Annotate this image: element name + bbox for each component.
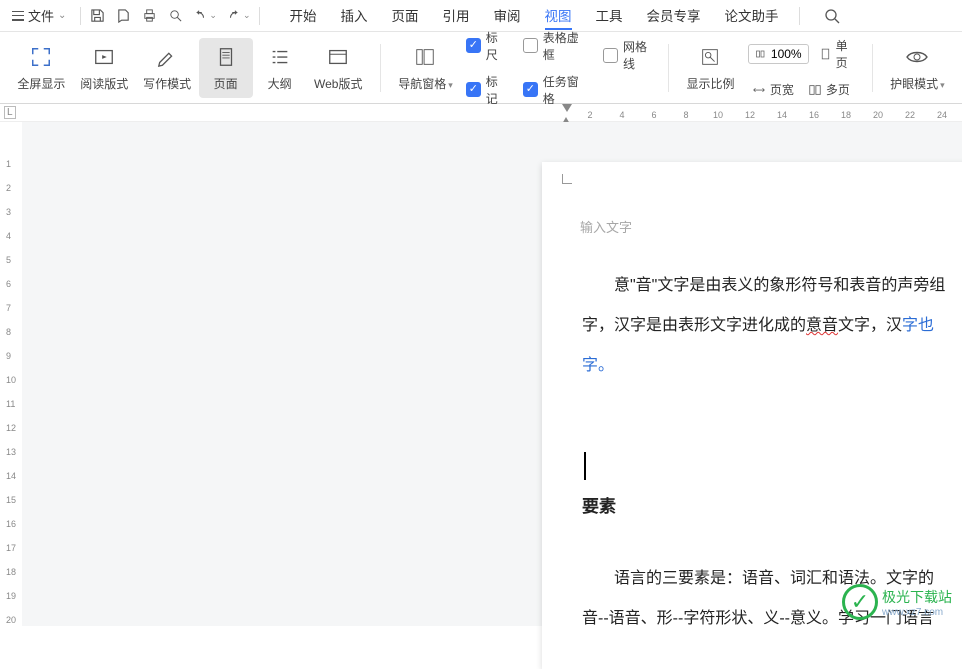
checkbox-icon xyxy=(466,38,481,53)
watermark-badge-icon: ✓ xyxy=(842,584,878,620)
divider xyxy=(80,7,81,25)
paragraph[interactable]: 意"音"文字是由表义的象形符号和表音的声旁组 xyxy=(582,266,962,306)
print-preview-icon[interactable] xyxy=(167,8,183,24)
page-width-button[interactable]: 页宽 xyxy=(748,79,798,100)
taskpane-checkbox[interactable]: 任务窗格 xyxy=(523,73,589,107)
vertical-ruler[interactable]: 1234567891011121314151617181920 xyxy=(2,150,20,626)
nav-pane-button[interactable]: 导航窗格▾ xyxy=(391,38,460,98)
tab-tools[interactable]: 工具 xyxy=(584,0,635,31)
multi-page-button[interactable]: 多页 xyxy=(804,79,854,100)
file-menu[interactable]: 文件 ⌄ xyxy=(6,4,72,27)
page-view-button[interactable]: 页面 xyxy=(199,38,253,98)
checkbox-icon xyxy=(523,38,538,53)
tab-review[interactable]: 审阅 xyxy=(482,0,533,31)
tab-start[interactable]: 开始 xyxy=(278,0,329,31)
read-mode-button[interactable]: 阅读版式 xyxy=(73,38,136,98)
marks-checkbox[interactable]: 标记 xyxy=(466,73,509,107)
spell-error[interactable]: 意音 xyxy=(806,317,838,334)
hamburger-icon xyxy=(12,11,24,21)
show-ratio-button[interactable]: 显示比例 xyxy=(679,38,742,98)
save-as-icon[interactable] xyxy=(115,8,131,24)
gridlines-checkbox[interactable]: 网格线 xyxy=(603,38,658,72)
undo-button[interactable]: ⌄ xyxy=(193,9,217,23)
print-icon[interactable] xyxy=(141,8,157,24)
write-mode-button[interactable]: 写作模式 xyxy=(136,38,199,98)
page-corner-mark xyxy=(562,174,572,184)
tab-view[interactable]: 视图 xyxy=(533,0,584,31)
divider xyxy=(668,44,669,92)
chevron-down-icon: ▾ xyxy=(940,80,945,90)
ribbon-tabs: 开始 插入 页面 引用 审阅 视图 工具 会员专享 论文助手 xyxy=(278,0,791,31)
ruler-corner: L xyxy=(4,106,16,119)
chevron-down-icon: ⌄ xyxy=(209,10,217,21)
divider xyxy=(380,44,381,92)
outline-button[interactable]: 大纲 xyxy=(253,38,307,98)
save-icon[interactable] xyxy=(89,8,105,24)
tab-insert[interactable]: 插入 xyxy=(329,0,380,31)
paragraph[interactable]: 字，汉字是由表形文字进化成的意音文字，汉字也 xyxy=(582,306,962,346)
divider xyxy=(799,7,800,25)
divider xyxy=(259,7,260,25)
paragraph[interactable]: 字。 xyxy=(582,346,962,386)
tab-reference[interactable]: 引用 xyxy=(431,0,482,31)
watermark: ✓ 极光下载站 www.xz7.com xyxy=(842,584,952,620)
checkbox-icon xyxy=(523,82,538,97)
tableframe-checkbox[interactable]: 表格虚框 xyxy=(523,29,589,63)
file-label: 文件 xyxy=(28,6,54,25)
chevron-down-icon: ▾ xyxy=(448,80,453,90)
text-cursor xyxy=(584,452,586,480)
checkbox-icon xyxy=(466,82,481,97)
redo-button[interactable]: ⌄ xyxy=(227,9,251,23)
divider xyxy=(872,44,873,92)
horizontal-ruler[interactable]: L 24681012141618202224 xyxy=(0,104,962,122)
tab-paper-assistant[interactable]: 论文助手 xyxy=(713,0,791,31)
checkbox-icon xyxy=(603,48,618,63)
eye-care-button[interactable]: 护眼模式▾ xyxy=(883,38,952,98)
zoom-field[interactable]: 100% xyxy=(748,44,809,64)
web-layout-button[interactable]: Web版式 xyxy=(307,38,370,98)
hyperlink[interactable]: 字也 xyxy=(902,317,934,334)
chevron-down-icon: ⌄ xyxy=(58,10,66,21)
chevron-down-icon: ⌄ xyxy=(243,10,251,21)
heading[interactable]: 要素 xyxy=(582,486,962,529)
one-page-button[interactable]: 单页 xyxy=(815,35,862,73)
header-placeholder[interactable]: 输入文字 xyxy=(580,217,632,236)
search-icon[interactable] xyxy=(824,8,840,24)
tab-page[interactable]: 页面 xyxy=(380,0,431,31)
tab-member[interactable]: 会员专享 xyxy=(635,0,713,31)
fullscreen-button[interactable]: 全屏显示 xyxy=(10,38,73,98)
workspace: 输入文字 意"音"文字是由表义的象形符号和表音的声旁组 字，汉字是由表形文字进化… xyxy=(22,122,962,626)
ruler-checkbox[interactable]: 标尺 xyxy=(466,29,509,63)
